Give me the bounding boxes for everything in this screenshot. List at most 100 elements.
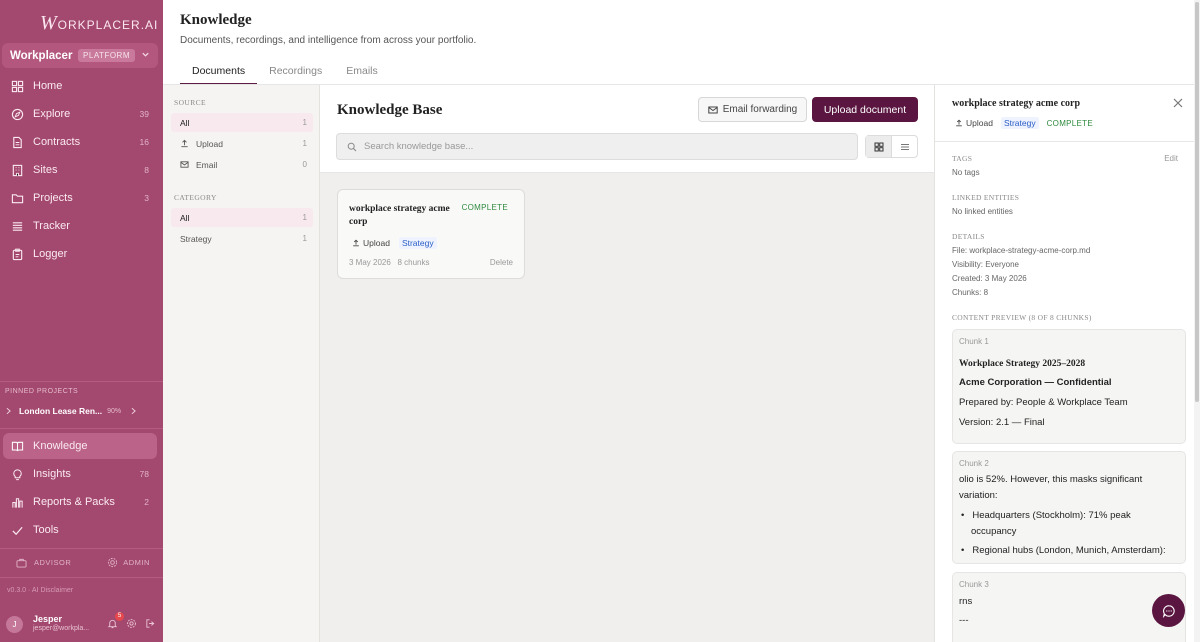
tab-recordings[interactable]: Recordings [257,58,334,85]
grid-view-button[interactable] [866,136,892,157]
filter-panel: SOURCE All 1 Upload 1 Email 0 CATEGORY A… [163,85,320,642]
search-input[interactable] [364,141,844,152]
chunk-label: Chunk 2 [959,459,989,468]
document-date: 3 May 2026 [349,258,391,267]
user-email: jesper@workpla... [33,625,90,632]
sidebar-item-count: 78 [139,469,149,479]
avatar[interactable]: J [6,615,23,633]
list-icon [900,142,910,152]
knowledge-base-panel: Knowledge Base Email forwarding Upload d… [320,85,934,642]
advisor-role-button[interactable]: ADVISOR [16,557,71,568]
content-preview-title: CONTENT PREVIEW (8 OF 8 CHUNKS) [952,313,1092,322]
category-filter-strategy[interactable]: Strategy 1 [171,229,313,248]
sidebar-item-label: Tools [33,524,59,536]
filter-label: Strategy [180,233,212,244]
logout-icon[interactable] [145,618,158,631]
chunk-label: Chunk 1 [959,337,989,346]
scrollbar-thumb[interactable] [1195,2,1199,402]
knowledge-base-header: Knowledge Base Email forwarding Upload d… [320,85,934,173]
source-filter-all[interactable]: All 1 [171,113,313,132]
category-filter-title: CATEGORY [174,193,217,202]
pinned-project-item[interactable]: London Lease Ren... 90% [5,404,155,418]
sidebar-item-contracts[interactable]: Contracts 16 [3,129,157,155]
chunk-label: Chunk 3 [959,580,989,589]
status-badge: COMPLETE [1046,118,1094,128]
chat-icon [1162,604,1176,618]
category-filter-all[interactable]: All 1 [171,208,313,227]
document-card[interactable]: workplace strategy acme corp COMPLETE Up… [337,189,525,279]
sidebar-item-logger[interactable]: Logger [3,241,157,267]
sidebar-item-reports[interactable]: Reports & Packs 2 [3,489,157,515]
close-icon[interactable] [1172,97,1184,109]
category-tag: Strategy [398,237,437,249]
source-filter-upload[interactable]: Upload 1 [171,134,313,153]
edit-tags-button[interactable]: Edit [1164,154,1178,163]
workspace-name: Workplacer [10,49,73,62]
sidebar-item-sites[interactable]: Sites 8 [3,157,157,183]
search-icon [347,142,364,152]
divider [0,381,163,382]
sidebar-item-knowledge[interactable]: Knowledge [3,433,157,459]
sidebar-item-home[interactable]: Home [3,73,157,99]
document-tags: Upload Strategy [352,237,437,249]
divider [0,577,163,578]
admin-role-button[interactable]: ADMIN [107,557,150,568]
settings-icon[interactable] [126,618,139,631]
upload-icon [955,119,966,127]
sidebar-item-tracker[interactable]: Tracker [3,213,157,239]
source-filter-email[interactable]: Email 0 [171,155,313,174]
sidebar: WORKPLACER.AI Workplacer PLATFORM Home E… [0,0,163,642]
delete-button[interactable]: Delete [490,258,513,267]
workspace-badge: PLATFORM [78,49,135,62]
page-title: Knowledge [180,12,252,28]
chunk-text: Version: 2.1 — Final [959,417,1045,428]
filter-count: 1 [302,139,307,148]
chunk-text: --- [959,615,969,626]
list-view-button[interactable] [892,136,917,157]
sidebar-item-projects[interactable]: Projects 3 [3,185,157,211]
tab-documents[interactable]: Documents [180,58,258,85]
pinned-projects-title: PINNED PROJECTS [5,388,79,395]
content-chunk: Chunk 2 olio is 52%. However, this masks… [952,451,1186,564]
sidebar-item-label: Tracker [33,220,70,232]
sidebar-item-label: Sites [33,164,58,176]
sidebar-item-tools[interactable]: Tools [3,517,157,543]
detail-visibility: Visibility: Everyone [952,260,1019,269]
document-title: workplace strategy acme corp [349,204,450,227]
app-logo[interactable]: WORKPLACER.AI [40,12,158,35]
bell-icon[interactable]: 5 [107,611,124,631]
role-switcher: ADVISOR ADMIN [0,557,163,568]
gear-icon [107,557,118,568]
source-tag-label: Upload [363,238,390,248]
scrollbar[interactable] [1194,0,1200,642]
sidebar-item-insights[interactable]: Insights 78 [3,461,157,487]
sidebar-item-label: Projects [33,192,73,204]
sidebar-item-label: Logger [33,248,68,260]
content-chunk: Chunk 3 rns --- [952,572,1186,642]
chat-button[interactable] [1152,594,1185,627]
tags-value: No tags [952,168,980,177]
grid-icon [11,80,24,93]
sidebar-item-label: Knowledge [33,440,88,452]
workspace-switcher[interactable]: Workplacer PLATFORM [2,43,158,68]
document-meta: 3 May 2026 8 chunks [349,258,430,267]
content-chunk: Chunk 1 Workplace Strategy 2025–2028 Acm… [952,329,1186,444]
filter-label: Email [196,159,218,170]
list-icon [11,220,24,233]
detail-tags: Upload Strategy COMPLETE [955,117,1093,129]
sidebar-item-label: Contracts [33,136,81,148]
sidebar-item-count: 3 [144,193,149,203]
status-badge: COMPLETE [461,203,508,212]
tab-emails[interactable]: Emails [334,58,390,85]
source-tag-label: Upload [966,118,993,128]
chunk-text: occupancy [971,526,1017,537]
email-forwarding-button[interactable]: Email forwarding [698,97,807,122]
filter-label: Upload [196,138,223,149]
upload-document-button[interactable]: Upload document [812,97,918,122]
sidebar-item-label: Explore [33,108,71,120]
version-text: v0.3.0 · AI Disclaimer [7,587,74,594]
document-chunks: 8 chunks [397,258,430,267]
chunk-bullet: Regional hubs (London, Munich, Amsterdam… [959,545,1165,556]
book-icon [11,440,24,453]
sidebar-item-explore[interactable]: Explore 39 [3,101,157,127]
